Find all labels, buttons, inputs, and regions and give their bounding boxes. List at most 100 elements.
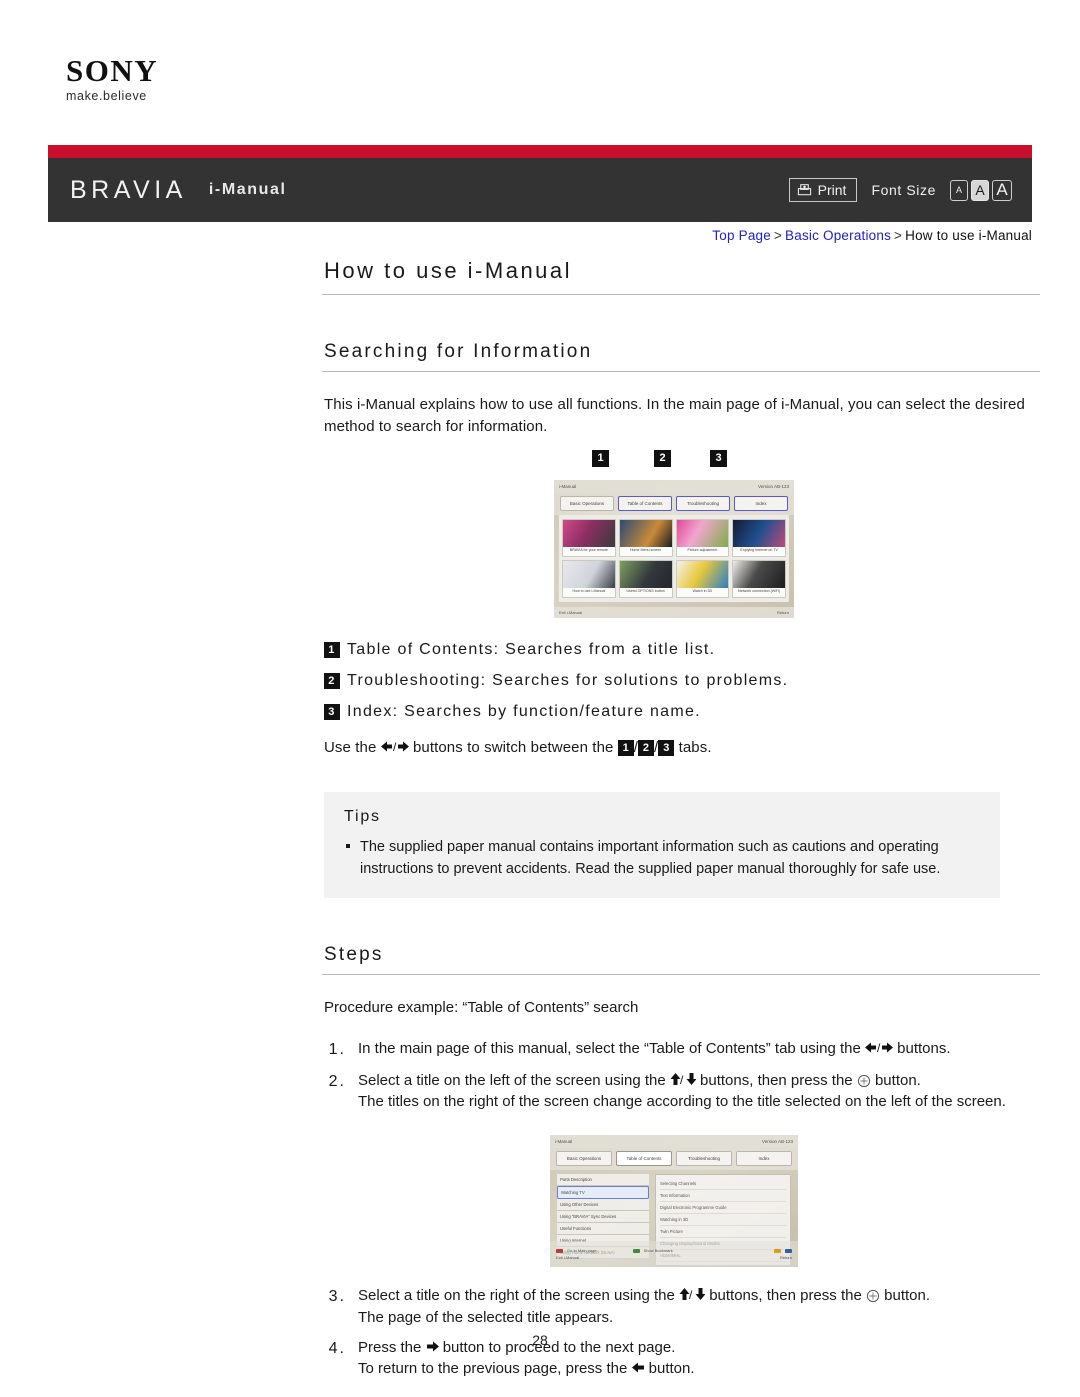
thumbnail-caption: How to use i-Manual: [572, 589, 606, 594]
sony-tagline: make.believe: [66, 89, 147, 103]
font-size-medium-button[interactable]: A: [971, 179, 989, 201]
searching-intro-text: This i-Manual explains how to use all fu…: [324, 396, 1025, 435]
callout-badge-3: 3: [710, 449, 727, 467]
printer-icon: [797, 183, 811, 195]
tv-screen-toc-page: i-Manual Version AB-123 Basic Operations…: [550, 1135, 798, 1268]
step-text-a: In the main page of this manual, select …: [358, 1040, 865, 1058]
thumbnail-item[interactable]: Watch in 3D: [675, 559, 730, 598]
step-text-line2: The page of the selected title appears.: [358, 1308, 614, 1326]
thumbnail-item[interactable]: Home Menu screen: [618, 518, 673, 557]
tv-tab-index[interactable]: Index: [734, 495, 788, 511]
tv-tab-table-of-contents[interactable]: Table of Contents: [618, 495, 672, 511]
thumbnail-item[interactable]: Network connection (WiFi): [732, 559, 786, 598]
number-badge-1: 1: [324, 641, 340, 658]
step-text: Select a title on the left of the screen…: [358, 1070, 1040, 1114]
search-method-list: 1 Table of Contents: Searches from a titl…: [324, 640, 1040, 722]
tv-tab-table-of-contents[interactable]: Table of Contents: [616, 1151, 672, 1167]
tv-tab-troubleshooting[interactable]: Troubleshooting: [676, 1151, 732, 1167]
breadcrumb-separator: >: [773, 228, 783, 243]
thumbnail-image: [563, 560, 615, 588]
thumbnail-item[interactable]: Enjoying Internet on TV: [732, 518, 786, 557]
thumbnail-caption: Network connection (WiFi): [738, 589, 781, 594]
list-item[interactable]: Selecting Channels: [660, 1178, 786, 1191]
tv-category-tab[interactable]: Basic Operations: [560, 495, 614, 511]
font-size-small-button[interactable]: A: [950, 179, 968, 201]
thumbnail-image: [563, 519, 615, 547]
step-text-line2: The titles on the right of the screen ch…: [358, 1093, 1006, 1111]
toc-page-illustration: i-Manual Version AB-123 Basic Operations…: [550, 1135, 798, 1268]
tv-footer-goto-main: Go to Main page: [567, 1248, 597, 1254]
tv-tab-bar: Basic Operations Table of Contents Troub…: [554, 492, 794, 515]
tv-footer-exit: Exit i-Manual: [556, 1255, 580, 1261]
print-button[interactable]: Print: [788, 178, 858, 202]
list-item: 2 Troubleshooting: Searches for solutions…: [324, 671, 1040, 691]
sony-logo: SONY make.believe: [66, 55, 286, 103]
step-text: In the main page of this manual, select …: [358, 1038, 1040, 1061]
feature-text: Index: Searches by function/feature name…: [347, 702, 701, 720]
list-item[interactable]: Using “BRAVIA” Sync Devices: [557, 1211, 649, 1224]
thumbnail-item[interactable]: Picture adjustment: [675, 518, 730, 557]
list-item[interactable]: Using Other Devices: [557, 1199, 649, 1212]
step-text: Select a title on the right of the scree…: [358, 1285, 1040, 1329]
svg-text:/: /: [680, 1073, 684, 1086]
list-item: 3 Index: Searches by function/feature nam…: [324, 702, 1040, 722]
illustration-callouts: 1 2 3: [554, 449, 794, 480]
use-suffix: tabs.: [674, 738, 712, 756]
step-text-a: Select a title on the left of the screen…: [358, 1071, 670, 1089]
list-item: The supplied paper manual contains impor…: [344, 836, 980, 881]
step-number: 1.: [328, 1041, 346, 1059]
sony-wordmark: SONY: [66, 53, 159, 88]
main-page-illustration: 1 2 3 i-Manual Version AB-123 Basic Oper…: [554, 449, 794, 618]
breadcrumb-link-top-page[interactable]: Top Page: [712, 228, 771, 243]
list-item[interactable]: Digital Electronic Programme Guide: [660, 1202, 786, 1215]
step-text-line2-a: To return to the previous page, press th…: [358, 1360, 632, 1378]
list-item[interactable]: Watching in 3D: [660, 1214, 786, 1227]
bravia-wordmark: BRAVIA: [70, 175, 187, 204]
steps-list: 1. In the main page of this manual, sele…: [322, 1038, 1040, 1113]
step-item-2: 2. Select a title on the left of the scr…: [322, 1070, 1040, 1114]
tv-title-left: i-Manual: [559, 483, 577, 489]
number-badge-1: 1: [617, 739, 634, 756]
left-right-arrow-icon: /: [380, 740, 409, 753]
feature-text: Table of Contents: Searches from a title…: [347, 640, 716, 658]
breadcrumb-current: How to use i-Manual: [905, 228, 1032, 243]
thumbnail-caption: BRAVIA for your remote: [569, 548, 608, 553]
left-right-arrow-icon: /: [864, 1041, 893, 1054]
thumbnail-caption: Watch in 3D: [692, 589, 713, 594]
list-item-selected[interactable]: Watching TV: [557, 1186, 649, 1200]
font-size-large-button[interactable]: A: [992, 179, 1012, 201]
tv-tab-troubleshooting[interactable]: Troubleshooting: [676, 495, 730, 511]
thumbnail-item[interactable]: Useful OPTIONS button: [618, 559, 673, 598]
tv-title-right: Version AB-123: [757, 483, 789, 489]
svg-text:/: /: [689, 1288, 693, 1301]
step-text-c: button.: [879, 1287, 931, 1305]
list-item[interactable]: Parts Description: [557, 1174, 649, 1187]
list-item[interactable]: Useful Functions: [557, 1223, 649, 1236]
breadcrumb-separator: >: [894, 228, 903, 243]
thumbnail-item[interactable]: How to use i-Manual: [562, 559, 616, 598]
thumbnail-image: [619, 560, 672, 588]
list-item[interactable]: Text Information: [660, 1190, 786, 1203]
number-badge-3: 3: [658, 739, 675, 756]
thumbnail-image: [676, 519, 729, 547]
thumbnail-item[interactable]: BRAVIA for your remote: [562, 518, 616, 557]
tips-title: Tips: [344, 807, 381, 825]
step-item-1: 1. In the main page of this manual, sele…: [322, 1038, 1040, 1061]
number-badge-3: 3: [324, 703, 340, 720]
thumbnail-image: [733, 519, 785, 547]
tv-thumbnail-grid: BRAVIA for your remote Home Menu screen …: [559, 514, 789, 602]
section-heading-searching: Searching for Information: [322, 341, 1040, 372]
step-text-a: Select a title on the right of the scree…: [358, 1287, 680, 1305]
font-size-buttons: A A A: [950, 179, 1012, 201]
list-item[interactable]: Twin Picture: [660, 1226, 786, 1239]
tv-title-right: Version AB-123: [761, 1139, 793, 1145]
tv-tab-basic-operations[interactable]: Basic Operations: [556, 1151, 612, 1167]
main-content: How to use i-Manual Searching for Inform…: [322, 258, 1040, 1388]
tv-title-left: i-Manual: [555, 1139, 573, 1145]
section-heading-steps: Steps: [322, 944, 1040, 976]
tv-tab-index[interactable]: Index: [736, 1151, 792, 1167]
red-key-icon: [556, 1248, 563, 1253]
breadcrumb-link-basic-operations[interactable]: Basic Operations: [785, 228, 891, 243]
tv-footer-show-bookmark: Show Bookmark: [643, 1248, 673, 1254]
tv-title-bar: i-Manual Version AB-123: [550, 1135, 798, 1149]
